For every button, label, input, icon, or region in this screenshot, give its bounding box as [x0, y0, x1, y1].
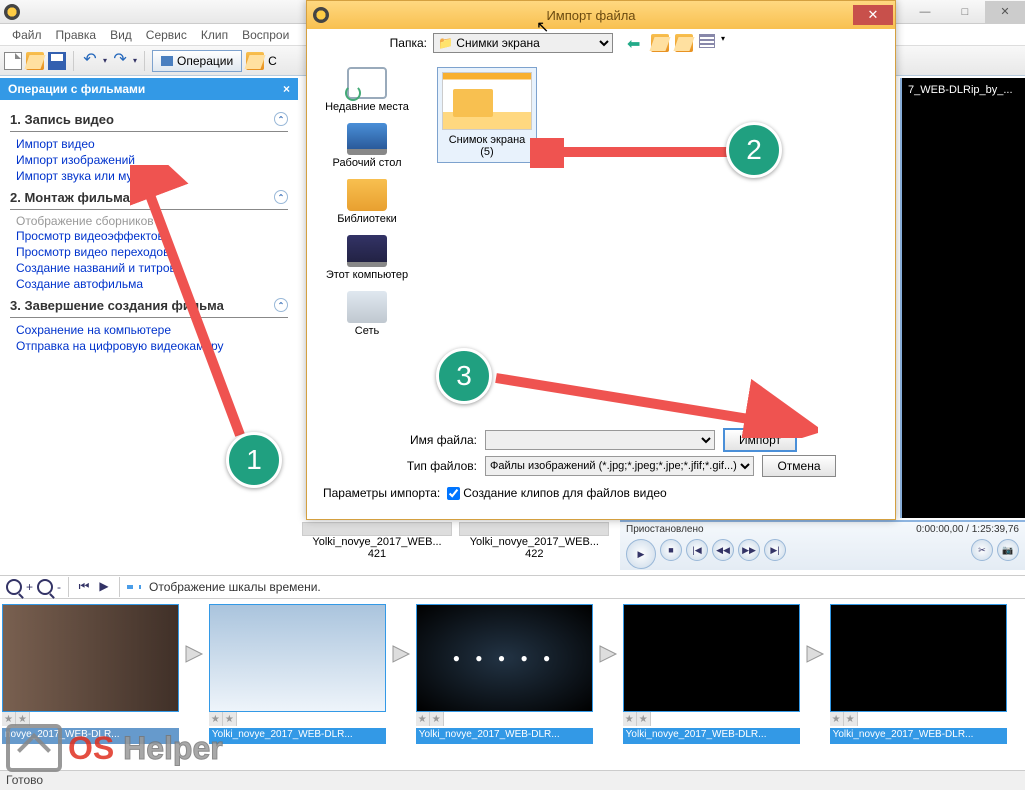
storyboard-clip[interactable]: ★★ Yolki_novye_2017_WEB-DLR...: [623, 604, 800, 744]
dialog-close-button[interactable]: ✕: [853, 5, 893, 25]
oshelper-watermark: OS Helper: [6, 724, 223, 772]
places-bar: Недавние места Рабочий стол Библиотеки Э…: [307, 57, 427, 417]
menu-view[interactable]: Вид: [104, 26, 138, 44]
folder-select[interactable]: 📁 Снимки экрана: [433, 33, 613, 53]
redo-icon[interactable]: ↷: [111, 52, 129, 70]
storyboard-clip[interactable]: ★★ Yolki_novye_2017_WEB-DLR...: [830, 604, 1007, 744]
zoom-in-icon[interactable]: [6, 579, 22, 595]
zoom-out-icon[interactable]: [37, 579, 53, 595]
player-time: 0:00:00,00 / 1:25:39,76: [916, 524, 1019, 535]
dialog-title: Импорт файла: [329, 8, 853, 23]
create-clips-checkbox[interactable]: [447, 487, 460, 500]
watermark-icon: [6, 724, 62, 772]
menu-clip[interactable]: Клип: [195, 26, 234, 44]
arrow-2: [530, 138, 740, 168]
maximize-button[interactable]: □: [945, 1, 985, 23]
cursor-icon: ↖: [536, 17, 549, 37]
back-icon[interactable]: ⬅: [627, 34, 645, 52]
task-panel-close-icon[interactable]: ×: [283, 82, 290, 96]
arrow-1: [130, 165, 280, 445]
transition-slot[interactable]: [595, 600, 620, 708]
collections-icon[interactable]: [246, 52, 264, 70]
file-list[interactable]: Снимок экрана (5) ↖: [427, 57, 895, 417]
menu-file[interactable]: Файл: [6, 26, 48, 44]
timeline-view-icon[interactable]: [127, 585, 141, 589]
collection-area: Yolki_novye_2017_WEB... 421 Yolki_novye_…: [300, 520, 620, 570]
menu-play[interactable]: Воспрои: [236, 26, 295, 44]
file-item-selected[interactable]: Снимок экрана (5): [437, 67, 537, 163]
collection-item[interactable]: Yolki_novye_2017_WEB... 421: [302, 522, 452, 560]
create-clips-label: Создание клипов для файлов видео: [463, 486, 666, 500]
close-button[interactable]: ✕: [985, 1, 1025, 23]
dialog-title-bar[interactable]: Импорт файла ✕: [307, 1, 895, 29]
player-status: Приостановлено: [626, 524, 704, 535]
import-video-link[interactable]: Импорт видео: [10, 136, 288, 152]
transition-slot[interactable]: [802, 600, 827, 708]
preview-pane: 7_WEB-DLRip_by_...: [900, 78, 1025, 518]
place-network[interactable]: Сеть: [347, 291, 387, 337]
operations-button[interactable]: Операции: [152, 50, 242, 72]
file-thumbnail: [442, 72, 532, 130]
import-params-label: Параметры импорта:: [323, 486, 440, 500]
rewind-timeline-icon[interactable]: ⏮: [76, 579, 92, 595]
open-project-icon[interactable]: [26, 52, 44, 70]
stop-button[interactable]: ■: [660, 539, 682, 561]
player-controls: Приостановлено 0:00:00,00 / 1:25:39,76 ▶…: [620, 520, 1025, 570]
forward-button[interactable]: ▶▶: [738, 539, 760, 561]
callout-1: 1: [226, 432, 282, 488]
task-panel-header: Операции с фильмами ×: [0, 78, 298, 100]
play-timeline-icon[interactable]: ▶: [96, 579, 112, 595]
task-panel-title: Операции с фильмами: [8, 82, 145, 96]
status-text: Готово: [6, 773, 43, 787]
next-button[interactable]: ▶|: [764, 539, 786, 561]
operations-icon: [161, 56, 173, 66]
place-libraries[interactable]: Библиотеки: [337, 179, 397, 225]
collection-item[interactable]: Yolki_novye_2017_WEB... 422: [459, 522, 609, 560]
chevron-up-icon[interactable]: ⌃: [274, 112, 288, 126]
minimize-button[interactable]: —: [905, 1, 945, 23]
new-folder-icon[interactable]: [675, 34, 693, 52]
operations-label: Операции: [177, 54, 233, 68]
menu-edit[interactable]: Правка: [50, 26, 103, 44]
timeline-view-label[interactable]: Отображение шкалы времени.: [149, 580, 321, 594]
storyboard-clip[interactable]: ★★ Yolki_novye_2017_WEB-DLR...: [209, 604, 386, 744]
filetype-label: Тип файлов:: [317, 459, 477, 473]
import-file-dialog: Импорт файла ✕ Папка: 📁 Снимки экрана ⬅ …: [306, 0, 896, 520]
folder-label: Папка:: [317, 36, 427, 50]
status-bar: Готово: [0, 770, 1025, 790]
storyboard-clip[interactable]: ★★ novye_2017_WEB-DLR...: [2, 604, 179, 744]
place-computer[interactable]: Этот компьютер: [326, 235, 408, 281]
place-recent[interactable]: Недавние места: [325, 67, 409, 113]
app-icon: [4, 4, 20, 20]
section-1-title[interactable]: 1. Запись видео⌃: [10, 112, 288, 127]
undo-icon[interactable]: ↶: [81, 52, 99, 70]
up-icon[interactable]: [651, 34, 669, 52]
menu-tools[interactable]: Сервис: [140, 26, 193, 44]
snapshot-button[interactable]: 📷: [997, 539, 1019, 561]
collections-letter: C: [268, 54, 277, 68]
preview-clip-label: 7_WEB-DLRip_by_...: [908, 84, 1013, 96]
filetype-select[interactable]: Файлы изображений (*.jpg;*.jpeg;*.jpe;*.…: [485, 456, 754, 476]
file-name: Снимок экрана (5): [449, 134, 526, 158]
cancel-button[interactable]: Отмена: [762, 455, 836, 477]
prev-button[interactable]: |◀: [686, 539, 708, 561]
play-button[interactable]: ▶: [626, 539, 656, 569]
dialog-app-icon: [313, 7, 329, 23]
rewind-button[interactable]: ◀◀: [712, 539, 734, 561]
arrow-3: [488, 368, 818, 438]
views-icon[interactable]: [699, 34, 715, 48]
callout-2: 2: [726, 122, 782, 178]
split-button[interactable]: ✂: [971, 539, 993, 561]
storyboard-clip[interactable]: ● ● ● ● ● ★★ Yolki_novye_2017_WEB-DLR...: [416, 604, 593, 744]
filename-label: Имя файла:: [317, 433, 477, 447]
place-desktop[interactable]: Рабочий стол: [332, 123, 401, 169]
transition-slot[interactable]: [181, 600, 206, 708]
transition-slot[interactable]: [388, 600, 413, 708]
timeline-toolbar: + - ⏮ ▶ Отображение шкалы времени.: [0, 575, 1025, 599]
callout-3: 3: [436, 348, 492, 404]
save-project-icon[interactable]: [48, 52, 66, 70]
new-project-icon[interactable]: [4, 52, 22, 70]
